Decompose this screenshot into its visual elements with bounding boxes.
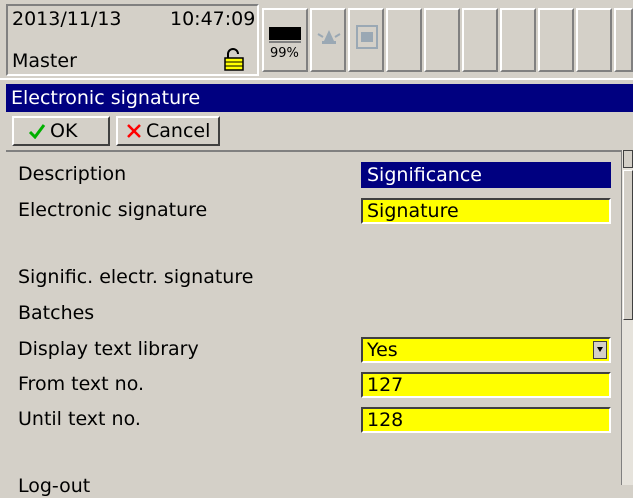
status-cell-6 (424, 8, 460, 72)
batches-label: Batches (18, 302, 95, 324)
memory-percent: 99% (270, 46, 299, 61)
status-bar: 2013/11/13 10:47:09 Master 99% (0, 0, 633, 80)
x-icon (127, 124, 141, 138)
from-text-field[interactable]: 127 (361, 372, 611, 398)
status-date: 2013/11/13 (12, 8, 122, 30)
description-label: Description (18, 163, 127, 185)
message-icon (356, 25, 378, 49)
scroll-up-arrow[interactable] (623, 150, 633, 168)
display-text-value: Yes (367, 339, 398, 361)
logout-label: Log-out (18, 475, 91, 497)
alarm-cell[interactable] (310, 8, 346, 72)
esig-label: Electronic signature (18, 199, 208, 221)
esig-field[interactable]: Signature (361, 198, 611, 224)
status-time: 10:47:09 (170, 8, 256, 30)
scrollbar[interactable] (621, 150, 633, 485)
status-cell-5 (386, 8, 422, 72)
check-icon (28, 124, 46, 139)
display-text-label: Display text library (18, 338, 199, 360)
dialog-title-bar: Electronic signature (6, 84, 633, 112)
ok-button[interactable]: OK (12, 116, 110, 146)
until-text-field[interactable]: 128 (361, 407, 611, 433)
status-cell-7 (462, 8, 498, 72)
cancel-button-label: Cancel (146, 120, 211, 142)
message-cell[interactable] (348, 8, 384, 72)
status-cell-8 (500, 8, 536, 72)
dropdown-arrow-icon[interactable] (593, 341, 607, 359)
signific-label: Signific. electr. signature (18, 266, 254, 288)
until-text-label: Until text no. (18, 408, 141, 430)
cancel-button[interactable]: Cancel (116, 116, 220, 146)
from-text-label: From text no. (18, 373, 145, 395)
description-field[interactable]: Significance (361, 162, 611, 188)
status-cell-9 (538, 8, 574, 72)
dialog-title: Electronic signature (11, 87, 201, 109)
clock-panel: 2013/11/13 10:47:09 Master (6, 4, 259, 76)
status-user: Master (12, 50, 77, 72)
scroll-thumb[interactable] (623, 170, 633, 320)
memory-card-icon (269, 27, 301, 43)
lock-icon[interactable] (222, 48, 246, 72)
memory-cell: 99% (262, 8, 308, 72)
status-cell-10 (576, 8, 612, 72)
status-cell-11 (614, 8, 633, 72)
ok-button-label: OK (50, 120, 78, 142)
display-text-select[interactable]: Yes (361, 337, 611, 363)
settings-panel: Description Significance Electronic sign… (6, 150, 621, 497)
alarm-icon (317, 30, 341, 44)
